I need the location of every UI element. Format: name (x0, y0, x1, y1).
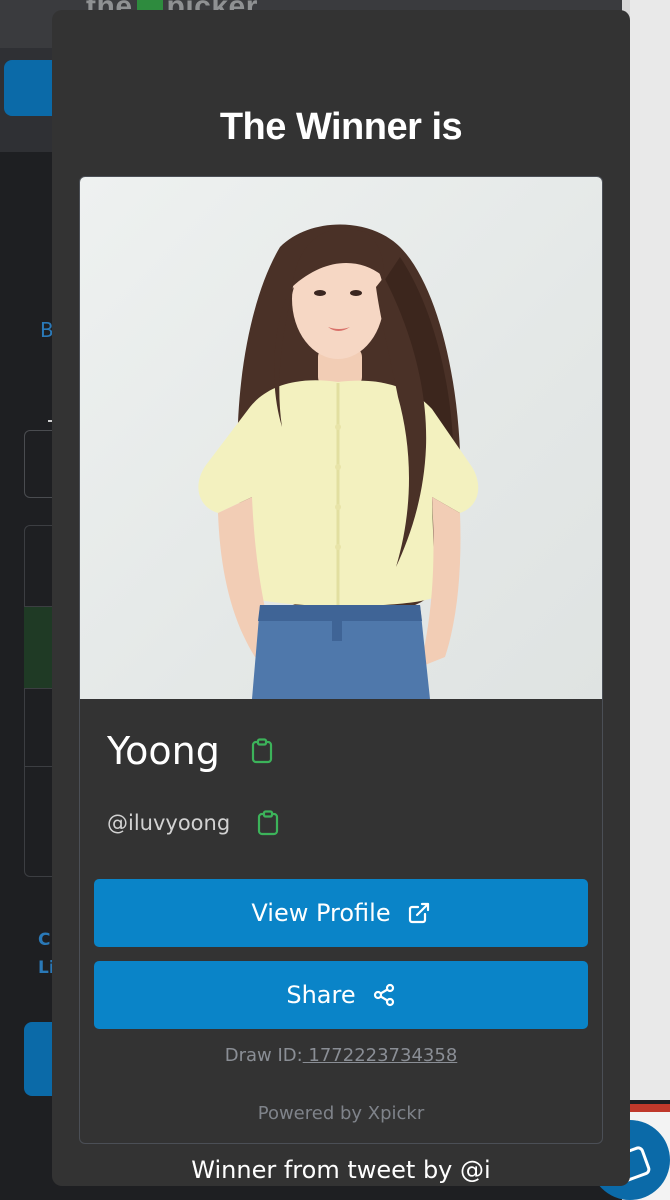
winner-handle: @iluvyoong (107, 811, 231, 835)
draw-id: Draw ID: 1772223734358 (80, 1045, 602, 1066)
tweet-caption: Winner from tweet by @i (191, 1156, 491, 1184)
external-link-icon (407, 901, 431, 925)
winner-card: Yoong @iluvyoong View Profile Share Draw… (79, 176, 603, 1144)
clipboard-icon[interactable] (256, 810, 280, 836)
modal-title: The Winner is (219, 106, 463, 148)
winner-handle-row: @iluvyoong (107, 803, 280, 843)
powered-by-text: Powered by Xpickr (257, 1103, 425, 1124)
winner-modal: The Winner is Yoong @iluvyoong View Prof… (52, 10, 630, 1186)
draw-id-label: Draw ID: (224, 1045, 303, 1066)
clipboard-icon[interactable] (250, 738, 274, 764)
share-nodes-icon (372, 983, 396, 1007)
share-button[interactable]: Share (94, 961, 588, 1029)
view-profile-button[interactable]: View Profile (94, 879, 588, 947)
background-widget-strip (630, 1104, 670, 1112)
view-profile-label: View Profile (251, 899, 391, 927)
winner-name-row: Yoong (107, 725, 274, 777)
draw-id-link[interactable]: 1772223734358 (303, 1045, 457, 1066)
winner-photo (80, 177, 602, 699)
share-label: Share (286, 981, 356, 1009)
page-scrollbar-track (630, 0, 670, 1100)
winner-name: Yoong (107, 729, 220, 773)
